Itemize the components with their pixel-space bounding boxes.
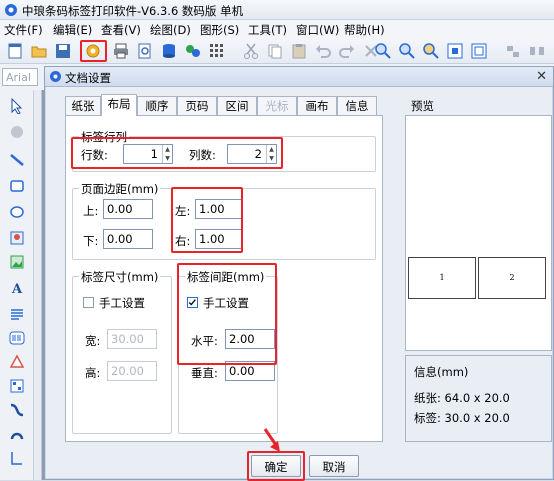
database-icon[interactable] xyxy=(160,42,178,60)
zoom-fit-icon[interactable] xyxy=(422,42,440,60)
paste-icon[interactable] xyxy=(290,42,308,60)
save-icon[interactable] xyxy=(54,42,72,60)
text-tool-icon[interactable]: A xyxy=(9,280,25,297)
margin-bottom-label: 下: xyxy=(83,234,99,248)
zoom-in-icon[interactable] xyxy=(374,42,392,60)
width-label: 宽: xyxy=(85,334,101,348)
vertical-ruler xyxy=(34,90,42,480)
rectangle-tool-icon[interactable] xyxy=(9,178,25,194)
warning-shape-icon[interactable] xyxy=(9,354,25,370)
curve-tool-icon[interactable] xyxy=(9,402,25,418)
preview-pane: 1 2 xyxy=(405,115,552,351)
line-tool-icon[interactable] xyxy=(9,152,25,168)
pointer-arrow-icon xyxy=(263,428,280,452)
print-preview-icon[interactable] xyxy=(136,42,154,60)
arc-tool-icon[interactable] xyxy=(9,426,25,442)
dialog-title: 文档设置 xyxy=(65,71,111,85)
margin-top-label: 上: xyxy=(83,204,99,218)
select-arrow-icon[interactable] xyxy=(9,97,25,115)
copy-icon[interactable] xyxy=(266,42,284,60)
spacing-highlight-box xyxy=(177,263,277,365)
tab-info[interactable]: 信息 xyxy=(337,96,377,115)
data-sources-icon[interactable] xyxy=(184,42,202,60)
info-title: 信息(mm) xyxy=(414,365,469,379)
info-paper-size: 纸张: 64.0 x 20.0 xyxy=(414,391,510,405)
qrcode-tool-icon[interactable] xyxy=(9,378,25,394)
info-label-size: 标签: 30.0 x 20.0 xyxy=(414,411,510,425)
label-size-manual-checkbox[interactable] xyxy=(83,297,94,308)
margin-top-input[interactable] xyxy=(103,199,153,219)
label-width-input xyxy=(107,329,157,349)
grid-icon[interactable] xyxy=(208,42,226,60)
rich-text-tool-icon[interactable] xyxy=(9,306,25,322)
ellipse-tool-icon[interactable] xyxy=(9,204,25,220)
font-name-select[interactable]: Arial xyxy=(2,68,38,86)
document-settings-dialog: 文档设置 ✕ 纸张 布局 顺序 页码 区间 光标 画布 信息 标签行列 行数: … xyxy=(44,66,554,481)
menu-draw[interactable]: 绘图(D) xyxy=(150,22,191,38)
label-size-legend: 标签尺寸(mm) xyxy=(79,269,161,285)
menu-bar: 文件(F) 编辑(E) 查看(V) 绘图(D) 图形(S) 工具(T) 窗口(W… xyxy=(0,20,554,38)
tab-layout[interactable]: 布局 xyxy=(101,94,137,116)
rows-cols-highlight-box xyxy=(71,137,283,169)
margins-highlight-box xyxy=(171,187,243,253)
actual-size-icon[interactable] xyxy=(470,42,488,60)
image-tool-icon[interactable] xyxy=(9,230,25,246)
barcode-tool-icon[interactable] xyxy=(9,330,25,346)
menu-shape[interactable]: 图形(S) xyxy=(200,22,239,38)
distribute-icon[interactable] xyxy=(528,42,546,60)
left-tool-palette: A xyxy=(0,90,34,480)
preview-label-1: 1 xyxy=(408,257,476,299)
app-title: 中琅条码标签打印软件-V6.3.6 数码版 单机 xyxy=(22,4,244,18)
tab-canvas[interactable]: 画布 xyxy=(297,96,337,115)
dialog-logo-icon xyxy=(50,71,61,82)
menu-view[interactable]: 查看(V) xyxy=(101,22,141,38)
height-label: 高: xyxy=(85,366,101,380)
tab-page-number[interactable]: 页码 xyxy=(177,96,217,115)
undo-icon[interactable] xyxy=(314,42,332,60)
tab-range[interactable]: 区间 xyxy=(217,96,257,115)
close-icon[interactable]: ✕ xyxy=(536,69,547,84)
tab-paper[interactable]: 纸张 xyxy=(65,96,101,115)
zoom-out-icon[interactable] xyxy=(398,42,416,60)
menu-edit[interactable]: 编辑(E) xyxy=(53,22,92,38)
polygon-tool-icon[interactable] xyxy=(9,450,25,466)
tab-order[interactable]: 顺序 xyxy=(137,96,177,115)
page-margins-legend: 页面边距(mm) xyxy=(79,181,161,197)
label-size-manual-label: 手工设置 xyxy=(99,296,145,310)
app-logo-icon xyxy=(5,4,17,16)
cut-icon[interactable] xyxy=(242,42,260,60)
preview-label: 预览 xyxy=(411,99,434,113)
tab-cursor: 光标 xyxy=(257,96,297,115)
toolbar-highlight-box xyxy=(80,40,107,62)
svg-text:A: A xyxy=(11,282,23,296)
menu-help[interactable]: 帮助(H) xyxy=(344,22,385,38)
label-size-group: 标签尺寸(mm) 手工设置 宽: 高: xyxy=(72,269,172,434)
redo-icon[interactable] xyxy=(338,42,356,60)
ok-highlight-box xyxy=(247,451,305,481)
open-folder-icon[interactable] xyxy=(30,42,48,60)
app-titlebar: 中琅条码标签打印软件-V6.3.6 数码版 单机 xyxy=(0,0,554,20)
new-file-icon[interactable] xyxy=(6,42,24,60)
fit-page-icon[interactable] xyxy=(446,42,464,60)
picture-tool-icon[interactable] xyxy=(9,254,25,270)
main-toolbar xyxy=(0,38,554,64)
dialog-titlebar[interactable]: 文档设置 ✕ xyxy=(45,67,553,87)
pan-hand-icon[interactable] xyxy=(9,124,25,140)
print-icon[interactable] xyxy=(112,42,130,60)
vertical-spacing-label: 垂直: xyxy=(191,366,218,380)
label-height-input xyxy=(107,361,157,381)
preview-label-2: 2 xyxy=(478,257,546,299)
cancel-button[interactable]: 取消 xyxy=(309,455,359,477)
info-box: 信息(mm) 纸张: 64.0 x 20.0 标签: 30.0 x 20.0 xyxy=(405,355,552,442)
margin-bottom-input[interactable] xyxy=(103,229,153,249)
align-icon[interactable] xyxy=(504,42,522,60)
menu-window[interactable]: 窗口(W) xyxy=(296,22,339,38)
menu-tools[interactable]: 工具(T) xyxy=(248,22,287,38)
menu-file[interactable]: 文件(F) xyxy=(4,22,43,38)
